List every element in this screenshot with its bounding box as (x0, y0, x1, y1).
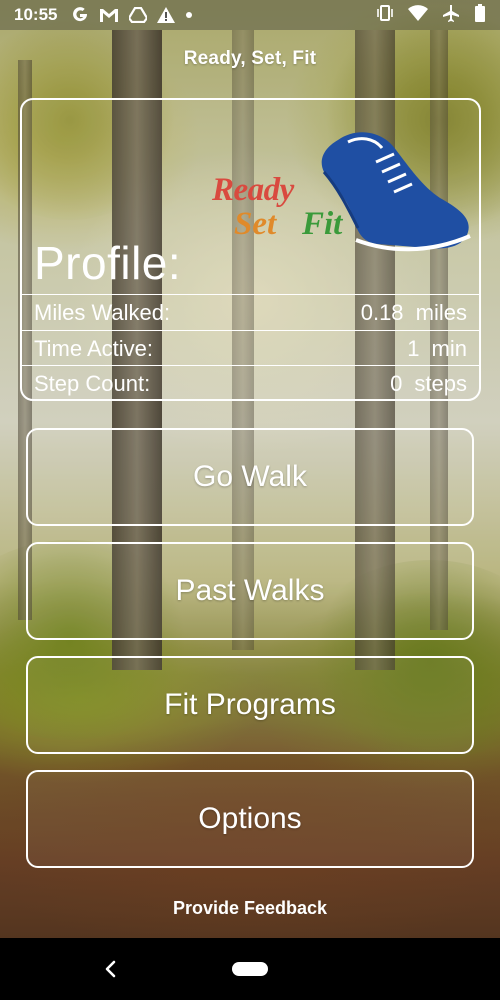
back-chevron-icon[interactable] (98, 956, 124, 982)
stat-label: Time Active: (34, 335, 153, 361)
logo-word-set: Set (234, 206, 277, 242)
status-time: 10:55 (14, 5, 58, 24)
vibrate-icon (376, 4, 394, 27)
stat-row-time: Time Active: 1 min (22, 330, 479, 366)
logo-word-ready: Ready (212, 172, 294, 208)
stat-value: 0.18 miles (360, 299, 467, 325)
stat-label: Step Count: (34, 370, 151, 396)
google-icon (71, 6, 89, 24)
status-bar: 10:55 (0, 0, 500, 30)
profile-card: Ready Set Fit Profile: Miles Walked: 0.1… (20, 98, 481, 401)
go-walk-button[interactable]: Go Walk (26, 428, 474, 526)
past-walks-button[interactable]: Past Walks (26, 542, 474, 640)
ready-set-fit-logo: Ready Set Fit (208, 128, 474, 260)
app-title: Ready, Set, Fit (183, 48, 317, 69)
airplane-icon (442, 4, 460, 27)
drive-icon (129, 7, 148, 23)
stat-label: Miles Walked: (34, 299, 171, 325)
dot-icon (185, 11, 193, 19)
home-pill-icon[interactable] (232, 962, 268, 976)
fit-programs-button[interactable]: Fit Programs (26, 656, 474, 754)
gmail-icon (99, 7, 119, 23)
battery-icon (474, 3, 486, 27)
stat-row-steps: Step Count: 0 steps (22, 365, 479, 401)
stat-value: 1 min (407, 335, 467, 361)
wifi-icon (408, 4, 428, 26)
logo-word-fit: Fit (302, 206, 343, 242)
stat-value: 0 steps (390, 370, 467, 396)
profile-title: Profile: (34, 237, 182, 289)
alert-icon (157, 7, 176, 23)
options-button[interactable]: Options (26, 770, 474, 868)
stat-row-miles: Miles Walked: 0.18 miles (22, 294, 479, 330)
provide-feedback-link[interactable]: Provide Feedback (0, 898, 500, 919)
